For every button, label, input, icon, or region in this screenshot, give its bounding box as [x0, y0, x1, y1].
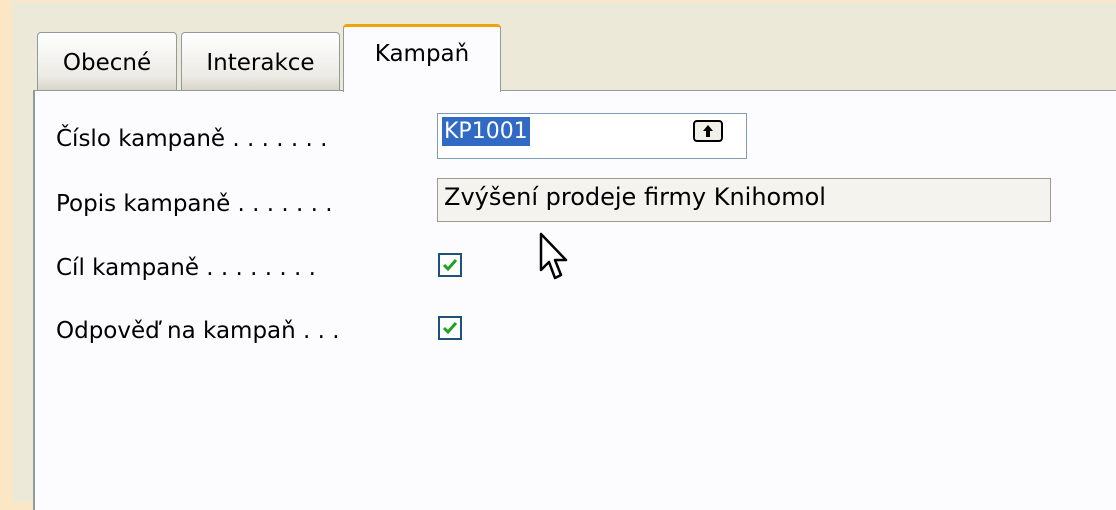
- arrow-up-icon: [703, 125, 713, 137]
- lookup-button[interactable]: [693, 120, 723, 142]
- campaign-number-value: KP1001: [442, 117, 530, 146]
- campaign-target-checkbox[interactable]: [438, 253, 462, 277]
- campaign-response-label: Odpověď na kampaň . . .: [56, 318, 340, 344]
- campaign-number-field[interactable]: KP1001: [437, 113, 747, 159]
- campaign-description-value: Zvýšení prodeje firmy Knihomol: [444, 183, 826, 211]
- mouse-pointer-icon: [539, 232, 568, 280]
- campaign-description-field[interactable]: Zvýšení prodeje firmy Knihomol: [437, 178, 1051, 222]
- checkmark-icon: [442, 259, 458, 272]
- tab-kampan[interactable]: Kampaň: [343, 24, 501, 92]
- campaign-number-label: Číslo kampaně . . . . . . .: [56, 126, 328, 152]
- campaign-description-label: Popis kampaně . . . . . . .: [56, 191, 333, 217]
- campaign-target-label: Cíl kampaně . . . . . . . .: [56, 255, 316, 281]
- tab-interakce[interactable]: Interakce: [181, 32, 340, 90]
- tab-obecne[interactable]: Obecné: [37, 32, 177, 90]
- checkmark-icon: [442, 322, 458, 335]
- campaign-response-checkbox[interactable]: [438, 316, 462, 340]
